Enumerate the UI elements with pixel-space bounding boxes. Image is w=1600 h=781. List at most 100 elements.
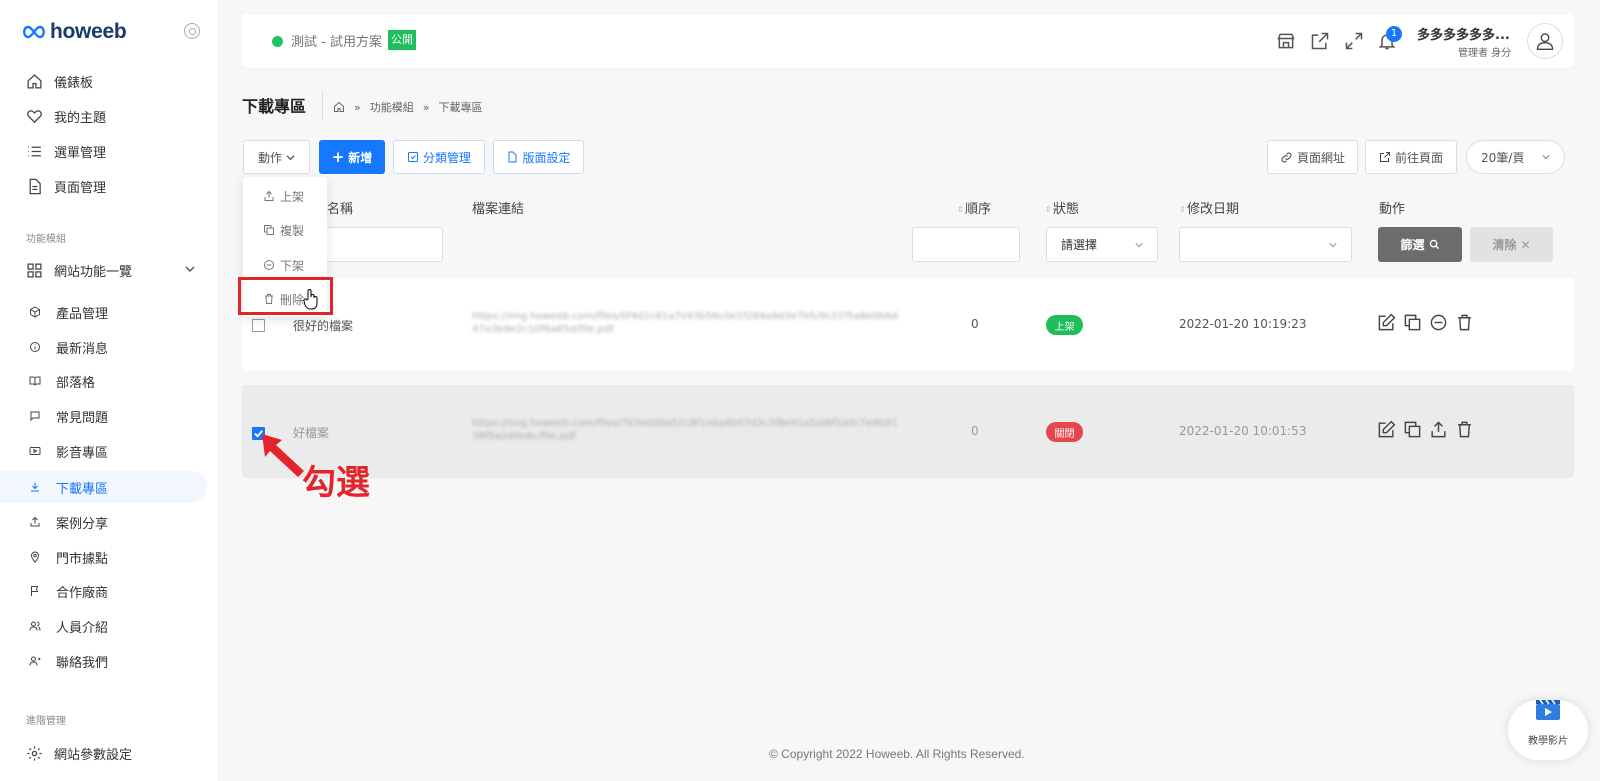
sidebar-item-staff[interactable]: 人員介紹	[0, 610, 207, 642]
filter-button[interactable]: 篩選	[1378, 227, 1462, 262]
sidebar-item-dashboard[interactable]: 儀錶板	[0, 65, 207, 97]
sidebar-item-page-management[interactable]: 頁面管理	[0, 170, 207, 202]
sidebar-item-stores[interactable]: 門市據點	[0, 541, 207, 573]
column-header-modified[interactable]: ⇕修改日期	[1179, 198, 1239, 217]
order-filter-input[interactable]	[912, 227, 1020, 262]
column-header-modified-label: 修改日期	[1187, 202, 1240, 217]
share-icon	[28, 515, 42, 529]
sidebar-item-site-settings[interactable]: 網站參數設定	[0, 737, 207, 769]
tutorial-video-button[interactable]: 教學影片	[1508, 699, 1588, 760]
sidebar-toggle-icon[interactable]	[184, 23, 200, 39]
section-label-modules: 功能模組	[26, 234, 66, 245]
sidebar-item-label: 聯絡我們	[56, 655, 109, 671]
external-edit-icon	[1379, 152, 1390, 162]
sidebar-item-site-features[interactable]: 網站功能一覽	[0, 254, 207, 286]
column-header-order-label: 順序	[965, 202, 992, 217]
breadcrumb-item-current: 下載專區	[438, 101, 483, 114]
site-name[interactable]: 測試 - 試用方案	[291, 31, 382, 50]
page-url-button[interactable]: 頁面網址	[1267, 140, 1358, 174]
upload-icon[interactable]	[1429, 420, 1448, 439]
column-header-status-label: 狀態	[1053, 202, 1080, 217]
copy-icon	[264, 225, 274, 235]
sidebar-item-faq[interactable]: 常見問題	[0, 400, 207, 432]
user-icon	[1536, 33, 1554, 50]
name-filter-input[interactable]	[315, 227, 443, 262]
layout-settings-button[interactable]: 版面設定	[493, 140, 584, 174]
dropdown-item-label: 下架	[280, 258, 305, 273]
action-dropdown-button[interactable]: 動作	[243, 140, 310, 174]
logo[interactable]: howeeb	[22, 20, 127, 44]
avatar[interactable]	[1527, 23, 1563, 59]
sidebar-item-label: 網站參數設定	[54, 747, 133, 763]
fullscreen-icon[interactable]	[1344, 31, 1364, 51]
sidebar-item-label: 儀錶板	[54, 75, 94, 91]
add-label: 新增	[348, 150, 373, 165]
sidebar-item-my-themes[interactable]: 我的主題	[0, 100, 207, 132]
category-management-button[interactable]: 分類管理	[393, 140, 485, 174]
sidebar-item-contact[interactable]: 聯絡我們	[0, 645, 207, 677]
video-icon	[28, 444, 42, 458]
breadcrumb-item-modules[interactable]: 功能模組	[370, 99, 414, 115]
sidebar-item-news[interactable]: 最新消息	[0, 331, 207, 363]
chevron-down-icon	[1542, 155, 1550, 160]
sidebar-item-products[interactable]: 產品管理	[0, 296, 207, 328]
sidebar-item-label: 門市據點	[56, 551, 109, 567]
sidebar-item-label: 人員介紹	[56, 620, 109, 636]
sidebar-item-label: 案例分享	[56, 516, 109, 532]
clear-button[interactable]: 清除 ✕	[1470, 227, 1553, 262]
category-label: 分類管理	[422, 150, 471, 165]
file-icon	[508, 151, 517, 163]
copy-icon[interactable]	[1403, 313, 1422, 332]
sidebar-item-cases[interactable]: 案例分享	[0, 506, 207, 538]
sidebar-item-menu-management[interactable]: 選單管理	[0, 135, 207, 167]
trash-icon[interactable]	[1455, 313, 1474, 332]
sidebar-item-media[interactable]: 影音專區	[0, 435, 207, 467]
chevron-down-icon	[1135, 242, 1143, 247]
sidebar-item-blog[interactable]: 部落格	[0, 365, 207, 397]
column-header-status[interactable]: ⇕狀態	[1045, 198, 1079, 217]
breadcrumb-separator: »	[422, 100, 430, 114]
trash-icon[interactable]	[1455, 420, 1474, 439]
edit-icon[interactable]	[1377, 420, 1396, 439]
column-header-order[interactable]: ⇕順序	[957, 198, 991, 217]
chevron-down-icon	[185, 266, 195, 272]
date-filter-select[interactable]	[1179, 227, 1352, 262]
tutorial-label: 教學影片	[1528, 736, 1568, 747]
column-header-name[interactable]: 名稱	[327, 198, 353, 217]
external-link-icon[interactable]	[1310, 31, 1330, 51]
row-name[interactable]: 很好的檔案	[293, 317, 353, 334]
goto-page-button[interactable]: 前往頁面	[1365, 140, 1457, 174]
sidebar-item-label: 影音專區	[56, 445, 109, 461]
row-modified-date: 2022-01-20 10:19:23	[1179, 317, 1307, 331]
sidebar-item-label: 常見問題	[56, 410, 109, 426]
minus-circle-icon	[264, 260, 274, 270]
store-icon[interactable]	[1276, 31, 1296, 51]
sidebar-item-partners[interactable]: 合作廠商	[0, 575, 207, 607]
download-icon	[28, 480, 42, 494]
minus-circle-icon[interactable]	[1429, 313, 1448, 332]
pin-icon	[28, 550, 42, 564]
sidebar-item-downloads[interactable]: 下載專區	[0, 471, 207, 503]
dropdown-item-publish[interactable]: 上架	[243, 179, 327, 213]
dropdown-item-copy[interactable]: 複製	[243, 213, 327, 247]
home-icon[interactable]	[333, 101, 345, 113]
users-icon	[28, 619, 42, 633]
copy-icon[interactable]	[1403, 420, 1422, 439]
heart-icon	[25, 107, 43, 125]
add-button[interactable]: + 新增	[319, 140, 385, 174]
sort-icon: ⇕	[1179, 204, 1186, 214]
row-link[interactable]: https://img.howeeb.com/files/0f4d2c81a7e…	[472, 310, 902, 336]
row-link[interactable]: https://img.howeeb.com/files/7b3e0d9a52c…	[472, 417, 902, 443]
status-filter-select[interactable]: 請選擇	[1046, 227, 1158, 262]
user-name[interactable]: 多多多多多多...	[1417, 24, 1510, 43]
edit-icon[interactable]	[1377, 313, 1396, 332]
per-page-select[interactable]: 20筆/頁	[1466, 140, 1565, 174]
status-badge: 上架	[1046, 315, 1083, 335]
breadcrumb-separator: »	[354, 100, 361, 114]
upload-icon	[264, 190, 274, 201]
search-icon	[1429, 239, 1439, 250]
row-checkbox[interactable]	[252, 319, 265, 332]
sidebar-item-label: 部落格	[56, 375, 96, 391]
breadcrumb: » 功能模組 » 下載專區	[333, 99, 482, 115]
chevron-down-icon	[1329, 242, 1337, 247]
